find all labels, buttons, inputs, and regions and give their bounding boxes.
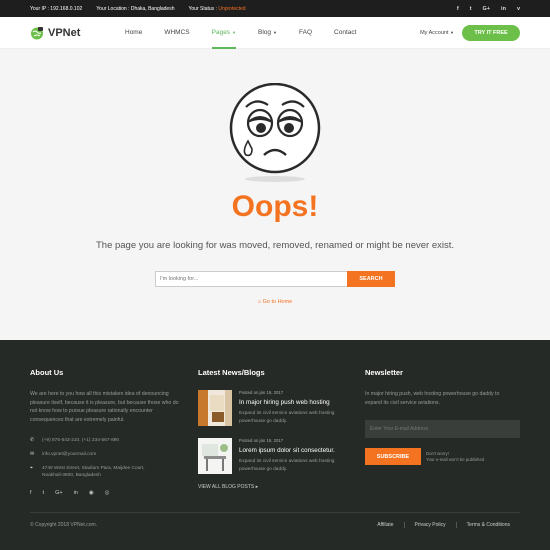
contact-info: ✆ (+9) 876-543-210, (+1) 234-567-890 ✉ inf…	[30, 437, 180, 479]
nav-blog[interactable]: Blog ▼	[247, 17, 288, 49]
location-info: Your Location : Dhaka, Bangladesh	[96, 5, 175, 12]
search-input[interactable]	[155, 271, 347, 287]
nav-pages[interactable]: Pages ▼	[201, 17, 247, 49]
status-value: Unprotected	[218, 5, 246, 12]
view-all-label: VIEW ALL BLOG POSTS	[198, 484, 255, 490]
post-date: Posted on jan 19, 2017	[239, 390, 284, 395]
footer-newsletter: Newsletter In major hiring push, web hos…	[365, 368, 520, 465]
nav-menu: Home WHMCS Pages ▼ Blog ▼ FAQ Contact	[114, 17, 367, 49]
caret-right-icon: ▸	[255, 484, 259, 490]
email-text[interactable]: info.vpnet@yourmail.com	[42, 451, 96, 458]
google-plus-icon[interactable]: G+	[483, 6, 491, 12]
footer: About Us We are here to you how all this…	[0, 340, 550, 550]
post-excerpt: Expand its civil service aviations web h…	[239, 459, 335, 472]
nav-home[interactable]: Home	[114, 17, 153, 49]
nav-contact[interactable]: Contact	[323, 17, 367, 49]
post-excerpt: Expand its civil service aviations web h…	[239, 411, 335, 424]
address-text: 4749 West Street, Stadium Para, Maijdee …	[42, 466, 145, 478]
ip-info: Your IP : 192.168.0.102	[30, 5, 83, 12]
vimeo-icon[interactable]: v	[517, 6, 520, 12]
blog-post[interactable]: Posted on jan 19, 2017 Lorem ipsum dolor…	[198, 438, 359, 474]
about-heading: About Us	[30, 368, 64, 377]
terms-link[interactable]: Terms & Conditions	[455, 522, 520, 528]
nav-pages-label: Pages	[211, 29, 231, 36]
status-label: Your Status :	[188, 5, 219, 12]
phone-icon: ✆	[30, 438, 35, 443]
subscribe-row: SUBSCRIBE Don't worry! Your e-mail won't…	[365, 448, 520, 465]
blog-thumbnail	[198, 438, 232, 474]
phone-text: (+9) 876-543-210, (+1) 234-567-890	[42, 438, 120, 443]
go-home-link[interactable]: ⌂ Go to Home	[0, 299, 550, 305]
post-title[interactable]: Lorem ipsum dolor sit consectetur.	[239, 447, 359, 454]
nav-whmcs[interactable]: WHMCS	[153, 17, 200, 49]
footer-bottom: © Copyright 2018 VPNet.com. Affiliate Pr…	[30, 512, 520, 528]
top-bar: Your IP : 192.168.0.102 Your Location : …	[0, 0, 550, 17]
nav-faq[interactable]: FAQ	[288, 17, 323, 49]
home-icon: ⌂	[257, 299, 262, 305]
map-marker-icon: ⌖	[30, 466, 33, 471]
facebook-icon[interactable]: f	[457, 6, 459, 12]
facebook-icon[interactable]: f	[30, 490, 32, 496]
blog-thumbnail	[198, 390, 232, 426]
privacy-policy-link[interactable]: Privacy Policy	[403, 522, 456, 528]
search-form: SEARCH	[155, 271, 395, 287]
error-message: The page you are looking for was moved, …	[95, 240, 455, 251]
newsletter-note: Don't worry! Your e-mail won't be publis…	[426, 451, 484, 463]
contact-email: ✉ info.vpnet@yourmail.com	[30, 451, 180, 458]
newsletter-email-input[interactable]	[365, 420, 520, 438]
footer-social: f t G+ in ◉ ◎	[30, 490, 180, 496]
twitter-icon[interactable]: t	[43, 490, 45, 496]
rss-icon[interactable]: ◉	[89, 490, 94, 496]
error-title: Oops!	[231, 190, 319, 223]
chevron-down-icon: ▼	[273, 30, 278, 35]
subscribe-button[interactable]: SUBSCRIBE	[365, 448, 421, 465]
newsletter-heading: Newsletter	[365, 368, 403, 377]
google-plus-icon[interactable]: G+	[55, 490, 63, 496]
linkedin-icon[interactable]: in	[501, 6, 506, 12]
contact-address: ⌖ 4749 West Street, Stadium Para, Maijdee…	[30, 465, 180, 479]
sad-face-illustration	[229, 83, 321, 182]
my-account-label: My Account	[420, 29, 449, 36]
footer-news: Latest News/Blogs Posted on jan 19, 2017…	[198, 368, 359, 490]
logo-text: VPNet	[48, 26, 81, 39]
main-nav: VPNet Home WHMCS Pages ▼ Blog ▼ FAQ Contac…	[0, 17, 550, 49]
blog-post[interactable]: Posted on jan 19, 2017 In major hiring p…	[198, 390, 359, 426]
linkedin-icon[interactable]: in	[74, 490, 78, 496]
try-it-free-button[interactable]: TRY IT FREE	[462, 24, 520, 41]
envelope-icon: ✉	[30, 452, 35, 457]
topbar-social: f t G+ in v	[457, 6, 520, 12]
note-line-2: Your e-mail won't be published	[426, 456, 485, 462]
post-title[interactable]: In major hiring push web hosting	[239, 399, 359, 406]
contact-phone: ✆ (+9) 876-543-210, (+1) 234-567-890	[30, 437, 180, 444]
search-button[interactable]: SEARCH	[347, 271, 395, 287]
newsletter-text: In major hiring push, web hosting powerh…	[365, 391, 500, 406]
status-info: Your Status : Unprotected	[189, 6, 246, 12]
chevron-down-icon: ▼	[232, 30, 237, 35]
affiliate-link[interactable]: Affiliate	[367, 522, 403, 528]
post-date: Posted on jan 19, 2017	[239, 438, 284, 443]
go-home-label: Go to Home	[262, 299, 293, 305]
logo-globe-icon	[31, 26, 43, 39]
news-heading: Latest News/Blogs	[198, 368, 265, 377]
my-account-dropdown[interactable]: My Account ▼	[420, 30, 454, 36]
chevron-down-icon: ▼	[450, 29, 454, 35]
footer-about: About Us We are here to you how all this…	[30, 368, 180, 496]
view-all-posts-link[interactable]: VIEW ALL BLOG POSTS ▸	[198, 484, 359, 490]
instagram-icon[interactable]: ◎	[105, 490, 110, 496]
about-text: We are here to you how all this mistaken…	[30, 391, 179, 423]
footer-links: Affiliate Privacy Policy Terms & Conditi…	[367, 522, 520, 528]
twitter-icon[interactable]: t	[470, 6, 472, 12]
nav-blog-label: Blog	[258, 29, 272, 36]
logo[interactable]: VPNet	[30, 26, 110, 40]
copyright: © Copyright 2018 VPNet.com.	[30, 522, 98, 528]
